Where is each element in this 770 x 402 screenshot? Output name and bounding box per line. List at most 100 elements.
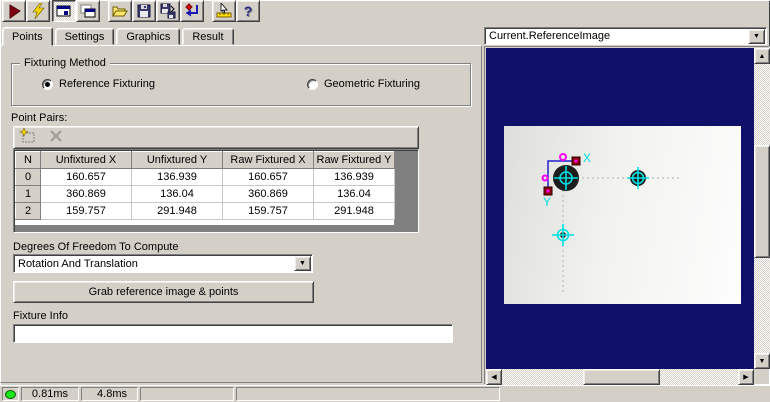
scroll-right-button[interactable]: ▶: [738, 369, 754, 385]
scroll-left-button[interactable]: ◀: [486, 369, 502, 385]
grid-cell[interactable]: 360.869: [41, 186, 132, 203]
grid-header-row: N Unfixtured X Unfixtured Y Raw Fixtured…: [16, 152, 395, 169]
import-arrow-icon: [184, 3, 200, 19]
arrow-down-icon: ▼: [759, 358, 766, 365]
column-header: Raw Fixtured Y: [314, 152, 395, 169]
point-pairs-toolbar: [13, 126, 419, 149]
fixture-info-input[interactable]: [13, 324, 453, 343]
status-panel-empty: [140, 387, 234, 401]
status-bar: 0.81ms 4.8ms: [0, 385, 770, 402]
grab-reference-button-label: Grab reference image & points: [89, 286, 239, 298]
chevron-down-icon[interactable]: ▼: [748, 29, 765, 44]
radio-label: Reference Fixturing: [59, 78, 155, 90]
tab-points[interactable]: Points: [2, 27, 53, 46]
vertical-scrollbar[interactable]: ▲ ▼: [754, 48, 770, 369]
grid-cell[interactable]: 159.757: [223, 203, 314, 220]
help-button[interactable]: ?: [236, 0, 260, 22]
grid-cell[interactable]: 136.939: [132, 169, 223, 186]
radio-bullet-icon: [307, 79, 318, 90]
image-display-frame: X Y ▲ ▼ ◀ ▶: [484, 46, 770, 385]
save-button[interactable]: [132, 0, 156, 22]
image-source-combobox[interactable]: Current.ReferenceImage ▼: [484, 27, 767, 45]
arrow-left-icon: ◀: [491, 373, 496, 381]
grid-cell[interactable]: 160.657: [223, 169, 314, 186]
tab-label: Settings: [65, 31, 105, 43]
image-viewport[interactable]: X Y: [486, 48, 754, 369]
radio-bullet-icon: [42, 79, 53, 90]
main-toolbar: ?: [0, 0, 770, 26]
row-header: 0: [16, 169, 41, 186]
column-header: Unfixtured X: [41, 152, 132, 169]
measure-tool-button[interactable]: [212, 0, 236, 22]
run-button[interactable]: [2, 0, 26, 22]
arrow-right-icon: ▶: [743, 373, 748, 381]
delete-point-pair-button[interactable]: [45, 129, 67, 147]
tab-label: Points: [12, 31, 43, 43]
fixture-tool-dialog: ? Points Settings Graphics Result Fixtur…: [0, 0, 770, 402]
scroll-down-button[interactable]: ▼: [754, 353, 770, 369]
grid-row: 1 360.869 136.04 360.869 136.04: [16, 186, 395, 203]
float-window-button[interactable]: [76, 0, 100, 22]
axis-y-label: Y: [543, 195, 551, 209]
points-tab-panel: Fixturing Method Reference Fixturing Geo…: [0, 45, 482, 383]
grid-cell[interactable]: 136.939: [314, 169, 395, 186]
tab-graphics[interactable]: Graphics: [116, 28, 180, 45]
chevron-down-icon[interactable]: ▼: [294, 256, 311, 271]
tab-label: Result: [192, 31, 223, 43]
axis-x-label: X: [583, 151, 591, 165]
grid-cell[interactable]: 160.657: [41, 169, 132, 186]
grid-row: 2 159.757 291.948 159.757 291.948: [16, 203, 395, 220]
row-header: 2: [16, 203, 41, 220]
column-header: N: [16, 152, 41, 169]
open-button[interactable]: [108, 0, 132, 22]
grid-cell[interactable]: 159.757: [41, 203, 132, 220]
help-icon: ?: [244, 3, 253, 19]
status-panel-empty: [236, 387, 500, 401]
fixture-overlay-graphics: X Y: [486, 48, 754, 369]
radio-reference-fixturing[interactable]: Reference Fixturing: [42, 78, 155, 90]
play-icon: [6, 3, 22, 19]
radio-label: Geometric Fixturing: [324, 78, 420, 90]
spreadsheet-window-button[interactable]: [52, 0, 76, 22]
fixturing-method-label: Fixturing Method: [20, 57, 110, 69]
horizontal-scrollbar[interactable]: ◀ ▶: [486, 369, 754, 385]
fixture-info-label: Fixture Info: [13, 310, 68, 322]
grid-cell[interactable]: 291.948: [132, 203, 223, 220]
import-button[interactable]: [180, 0, 204, 22]
save-as-button[interactable]: [156, 0, 180, 22]
vertical-scroll-thumb[interactable]: [754, 145, 770, 258]
new-point-pair-button[interactable]: [17, 129, 39, 147]
save-floppy-icon: [136, 3, 152, 19]
grid-cell[interactable]: 136.04: [314, 186, 395, 203]
arrow-up-icon: ▲: [759, 53, 766, 60]
status-time-1: 0.81ms: [21, 387, 79, 401]
horizontal-scroll-thumb[interactable]: [583, 369, 660, 385]
column-header: Raw Fixtured X: [223, 152, 314, 169]
window-grid-icon: [56, 3, 72, 19]
trigger-button[interactable]: [26, 0, 50, 22]
status-led-panel: [2, 387, 19, 401]
tab-result[interactable]: Result: [182, 28, 233, 45]
grid-row: 0 160.657 136.939 160.657 136.939: [16, 169, 395, 186]
dof-combobox[interactable]: Rotation And Translation ▼: [13, 254, 313, 273]
column-header: Unfixtured Y: [132, 152, 223, 169]
row-header: 1: [16, 186, 41, 203]
grid-cell[interactable]: 360.869: [223, 186, 314, 203]
status-led-icon: [5, 390, 16, 399]
tab-settings[interactable]: Settings: [55, 28, 115, 45]
radio-geometric-fixturing[interactable]: Geometric Fixturing: [307, 78, 420, 90]
grid-cell[interactable]: 136.04: [132, 186, 223, 203]
lightning-icon: [30, 3, 46, 19]
status-time-2: 4.8ms: [81, 387, 138, 401]
fixturing-method-group: Fixturing Method Reference Fixturing Geo…: [11, 63, 471, 106]
new-item-icon: [19, 128, 37, 147]
grab-reference-button[interactable]: Grab reference image & points: [13, 281, 314, 303]
dof-label: Degrees Of Freedom To Compute: [13, 241, 178, 253]
tab-bar: Points Settings Graphics Result: [2, 28, 236, 46]
point-pairs-grid[interactable]: N Unfixtured X Unfixtured Y Raw Fixtured…: [13, 149, 419, 233]
point-pairs-label: Point Pairs:: [11, 112, 67, 124]
tab-label: Graphics: [126, 31, 170, 43]
window-float-icon: [80, 3, 96, 19]
scroll-up-button[interactable]: ▲: [754, 48, 770, 64]
grid-cell[interactable]: 291.948: [314, 203, 395, 220]
